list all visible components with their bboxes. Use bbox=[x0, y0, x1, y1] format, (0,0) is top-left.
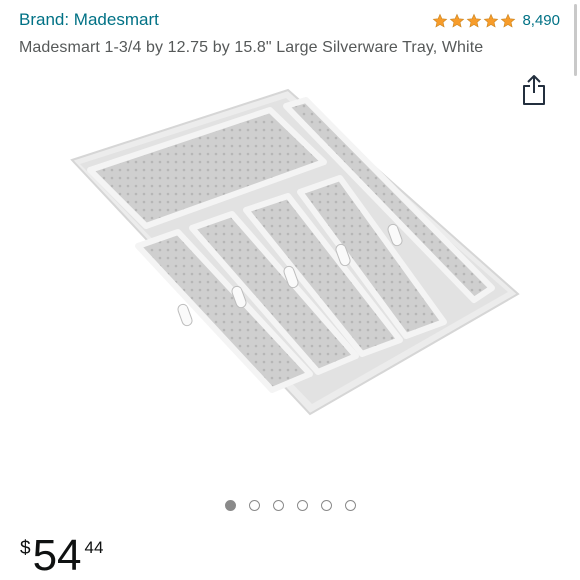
star-icon bbox=[501, 13, 516, 28]
price-symbol: $ bbox=[20, 538, 31, 559]
carousel-dot[interactable] bbox=[296, 500, 308, 511]
carousel-dot[interactable] bbox=[272, 500, 284, 511]
product-image[interactable] bbox=[60, 78, 530, 418]
product-title: Madesmart 1-3/4 by 12.75 by 15.8" Large … bbox=[19, 39, 484, 56]
brand-link[interactable]: Brand: Madesmart bbox=[19, 10, 159, 30]
star-icon bbox=[450, 13, 465, 28]
carousel-dot[interactable] bbox=[320, 500, 332, 511]
price-whole: 54 bbox=[32, 531, 82, 580]
price-fraction: 44 bbox=[84, 538, 104, 557]
scrollbar[interactable] bbox=[574, 4, 577, 76]
carousel-dot[interactable] bbox=[344, 500, 356, 511]
price: $ 54 44 bbox=[20, 534, 103, 578]
rating-count[interactable]: 8,490 bbox=[522, 12, 560, 29]
rating[interactable]: 8,490 bbox=[432, 12, 560, 29]
image-carousel-dots bbox=[0, 500, 580, 511]
star-rating bbox=[432, 13, 516, 29]
star-icon bbox=[467, 13, 482, 28]
carousel-dot[interactable] bbox=[248, 500, 260, 511]
carousel-dot[interactable] bbox=[224, 500, 236, 511]
star-icon bbox=[433, 13, 448, 28]
star-icon bbox=[484, 13, 499, 28]
